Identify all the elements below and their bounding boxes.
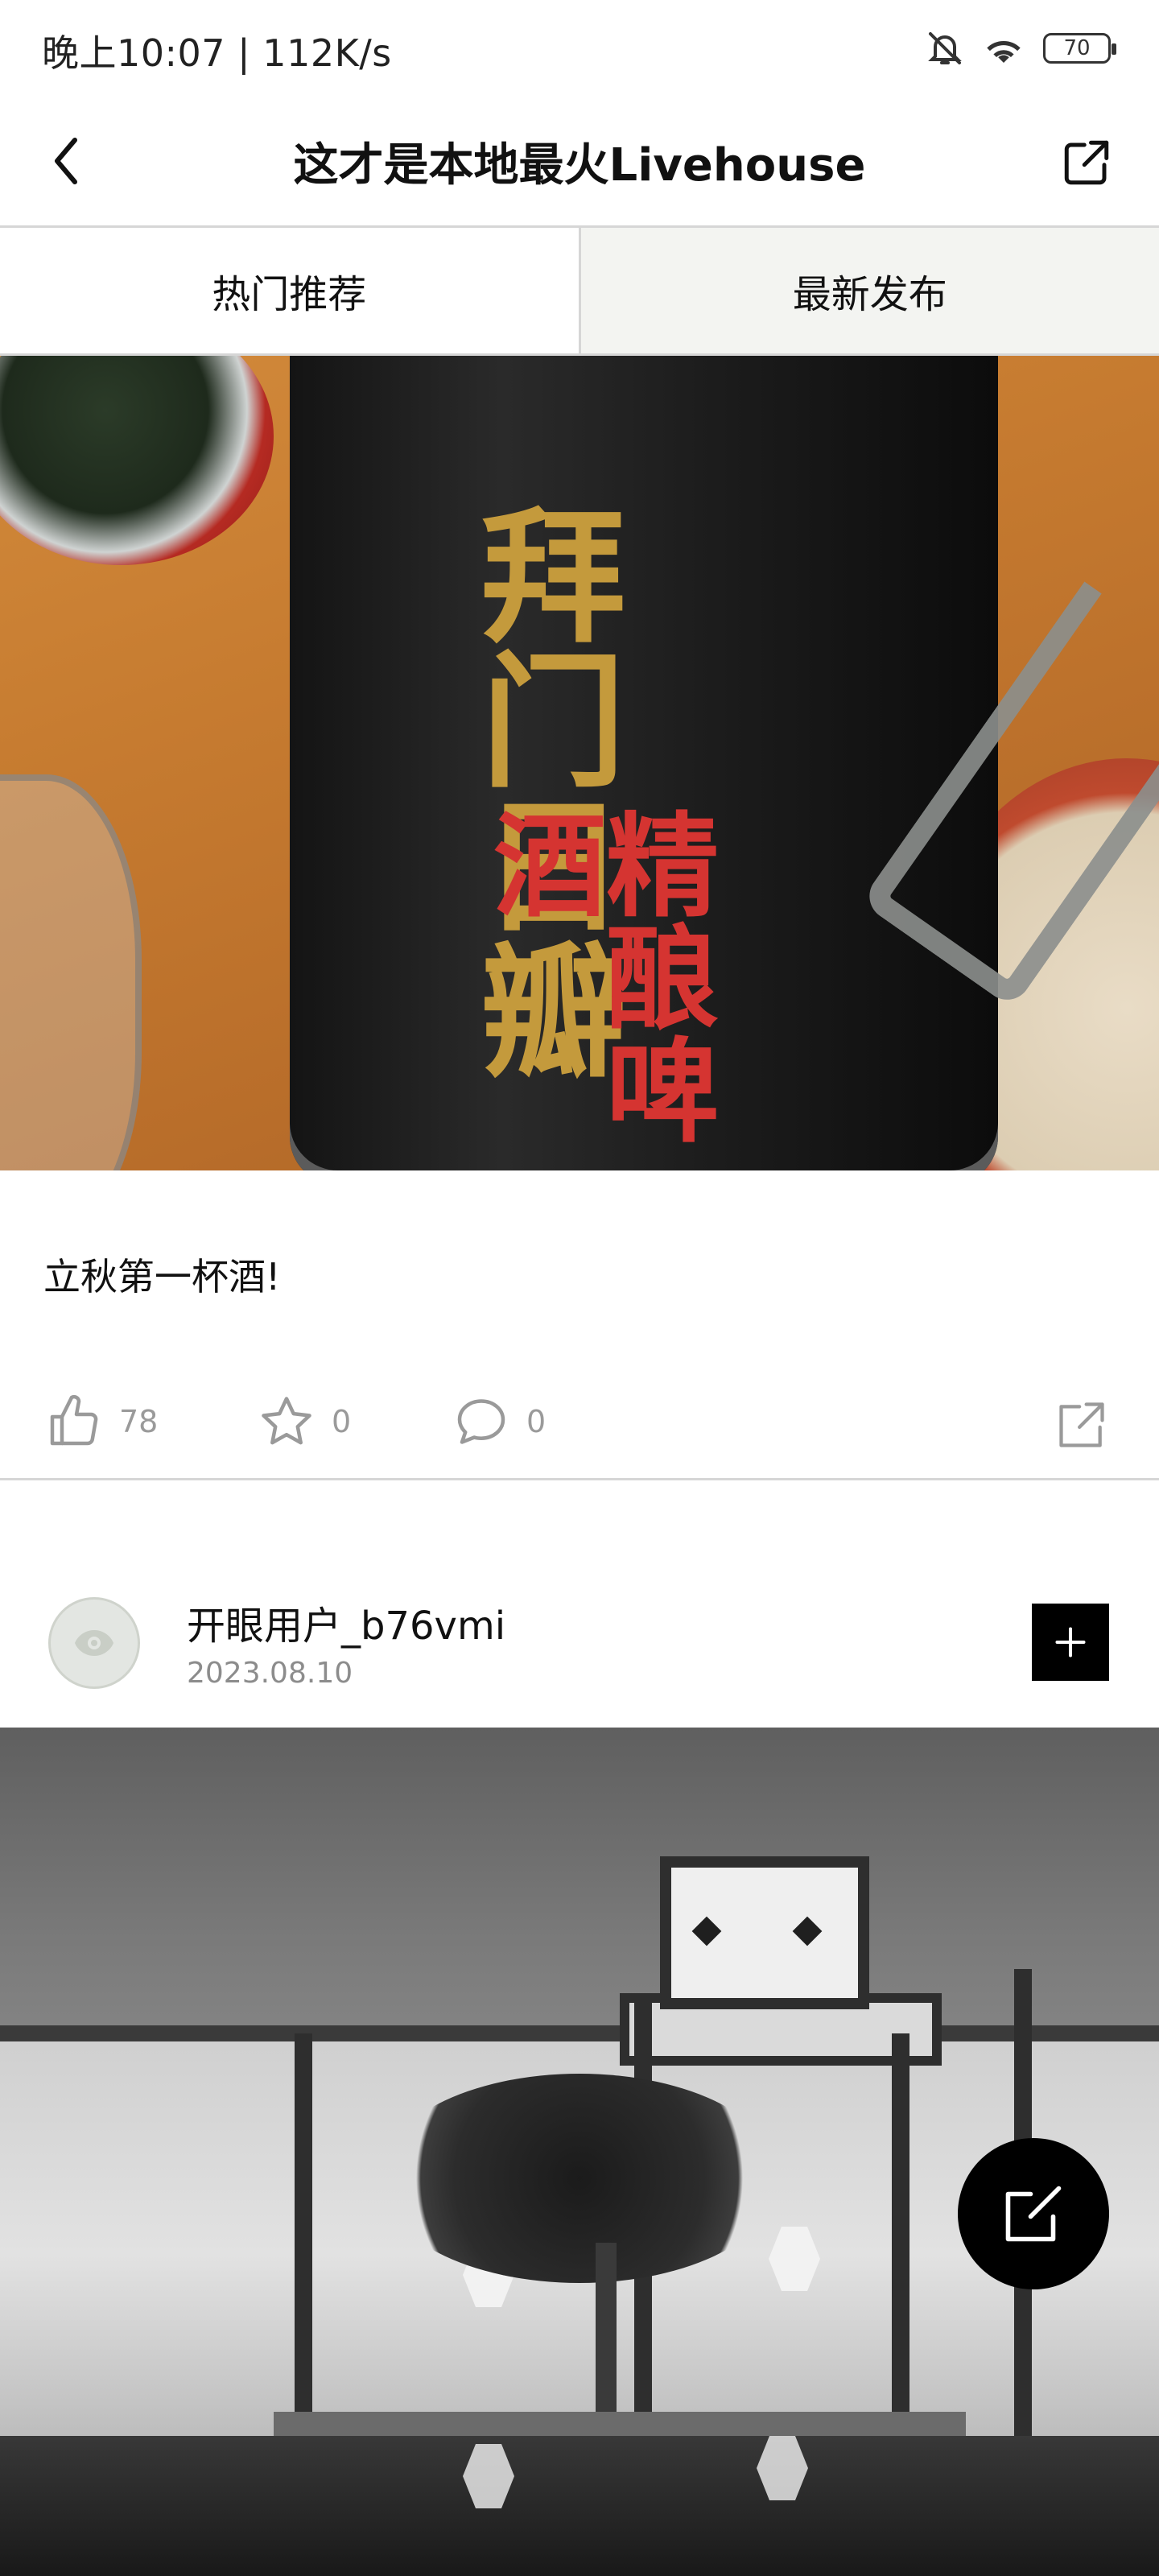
favorite-count: 0	[332, 1404, 352, 1439]
tree-trunk	[596, 2243, 617, 2436]
username[interactable]: 开眼用户_b76vmi	[187, 1594, 505, 1650]
comment-icon	[452, 1393, 510, 1451]
favorite-button[interactable]: 0	[258, 1393, 351, 1451]
bowl-shape	[0, 356, 274, 565]
bridge-shape	[274, 2412, 966, 2439]
page-title: 这才是本地最火Livehouse	[293, 138, 866, 192]
tab-latest[interactable]: 最新发布	[578, 228, 1159, 353]
share-icon	[1060, 136, 1113, 189]
roof-line	[0, 2025, 1159, 2041]
share-icon	[1054, 1397, 1109, 1452]
water-shape	[0, 2436, 1159, 2576]
comment-button[interactable]: 0	[452, 1393, 546, 1451]
post1-image[interactable]: 拜门日瓣 精酿啤酒	[0, 356, 1159, 1170]
tab-bar: 热门推荐 最新发布	[0, 225, 1159, 356]
battery-icon: 70	[1043, 33, 1116, 64]
wifi-icon	[982, 29, 1025, 68]
thumbs-up-icon	[45, 1393, 103, 1451]
create-post-button[interactable]	[958, 2138, 1109, 2289]
battery-level: 70	[1063, 36, 1091, 60]
avatar[interactable]	[48, 1597, 140, 1689]
status-icons: 70	[926, 24, 1116, 72]
post1-text: 立秋第一杯酒!	[43, 1255, 281, 1298]
back-button[interactable]	[39, 129, 95, 193]
status-bar: 晚上10:07 | 112K/s 70	[0, 0, 1159, 97]
follow-button[interactable]	[1032, 1604, 1109, 1681]
like-count: 78	[119, 1404, 159, 1439]
status-time-speed: 晚上10:07 | 112K/s	[42, 31, 392, 75]
tower-shape	[660, 1856, 869, 2009]
comment-count: 0	[526, 1404, 547, 1439]
tab-hot-recommend[interactable]: 热门推荐	[0, 228, 579, 353]
eye-icon	[72, 1627, 117, 1659]
post-date: 2023.08.10	[187, 1657, 353, 1690]
post2-header: 开眼用户_b76vmi 2023.08.10	[0, 1578, 1159, 1723]
like-button[interactable]: 78	[45, 1393, 158, 1451]
post-divider	[0, 1478, 1159, 1480]
star-icon	[258, 1393, 316, 1451]
edit-icon	[1000, 2180, 1067, 2248]
glass-shape	[0, 774, 142, 1170]
share-button[interactable]	[1054, 130, 1119, 195]
wall-post	[892, 2033, 909, 2436]
post-share-button[interactable]	[1050, 1393, 1114, 1457]
chevron-left-icon	[51, 135, 83, 187]
post1-actions: 78 0 0	[0, 1368, 1159, 1473]
wall-post	[295, 2033, 312, 2436]
post2-image[interactable]	[0, 1728, 1159, 2576]
mute-bell-icon	[926, 29, 964, 68]
title-bar: 这才是本地最火Livehouse	[0, 97, 1159, 225]
plus-icon	[1053, 1624, 1088, 1660]
tree-shape	[378, 2074, 781, 2283]
can-red-text: 精酿啤酒	[474, 807, 718, 1145]
